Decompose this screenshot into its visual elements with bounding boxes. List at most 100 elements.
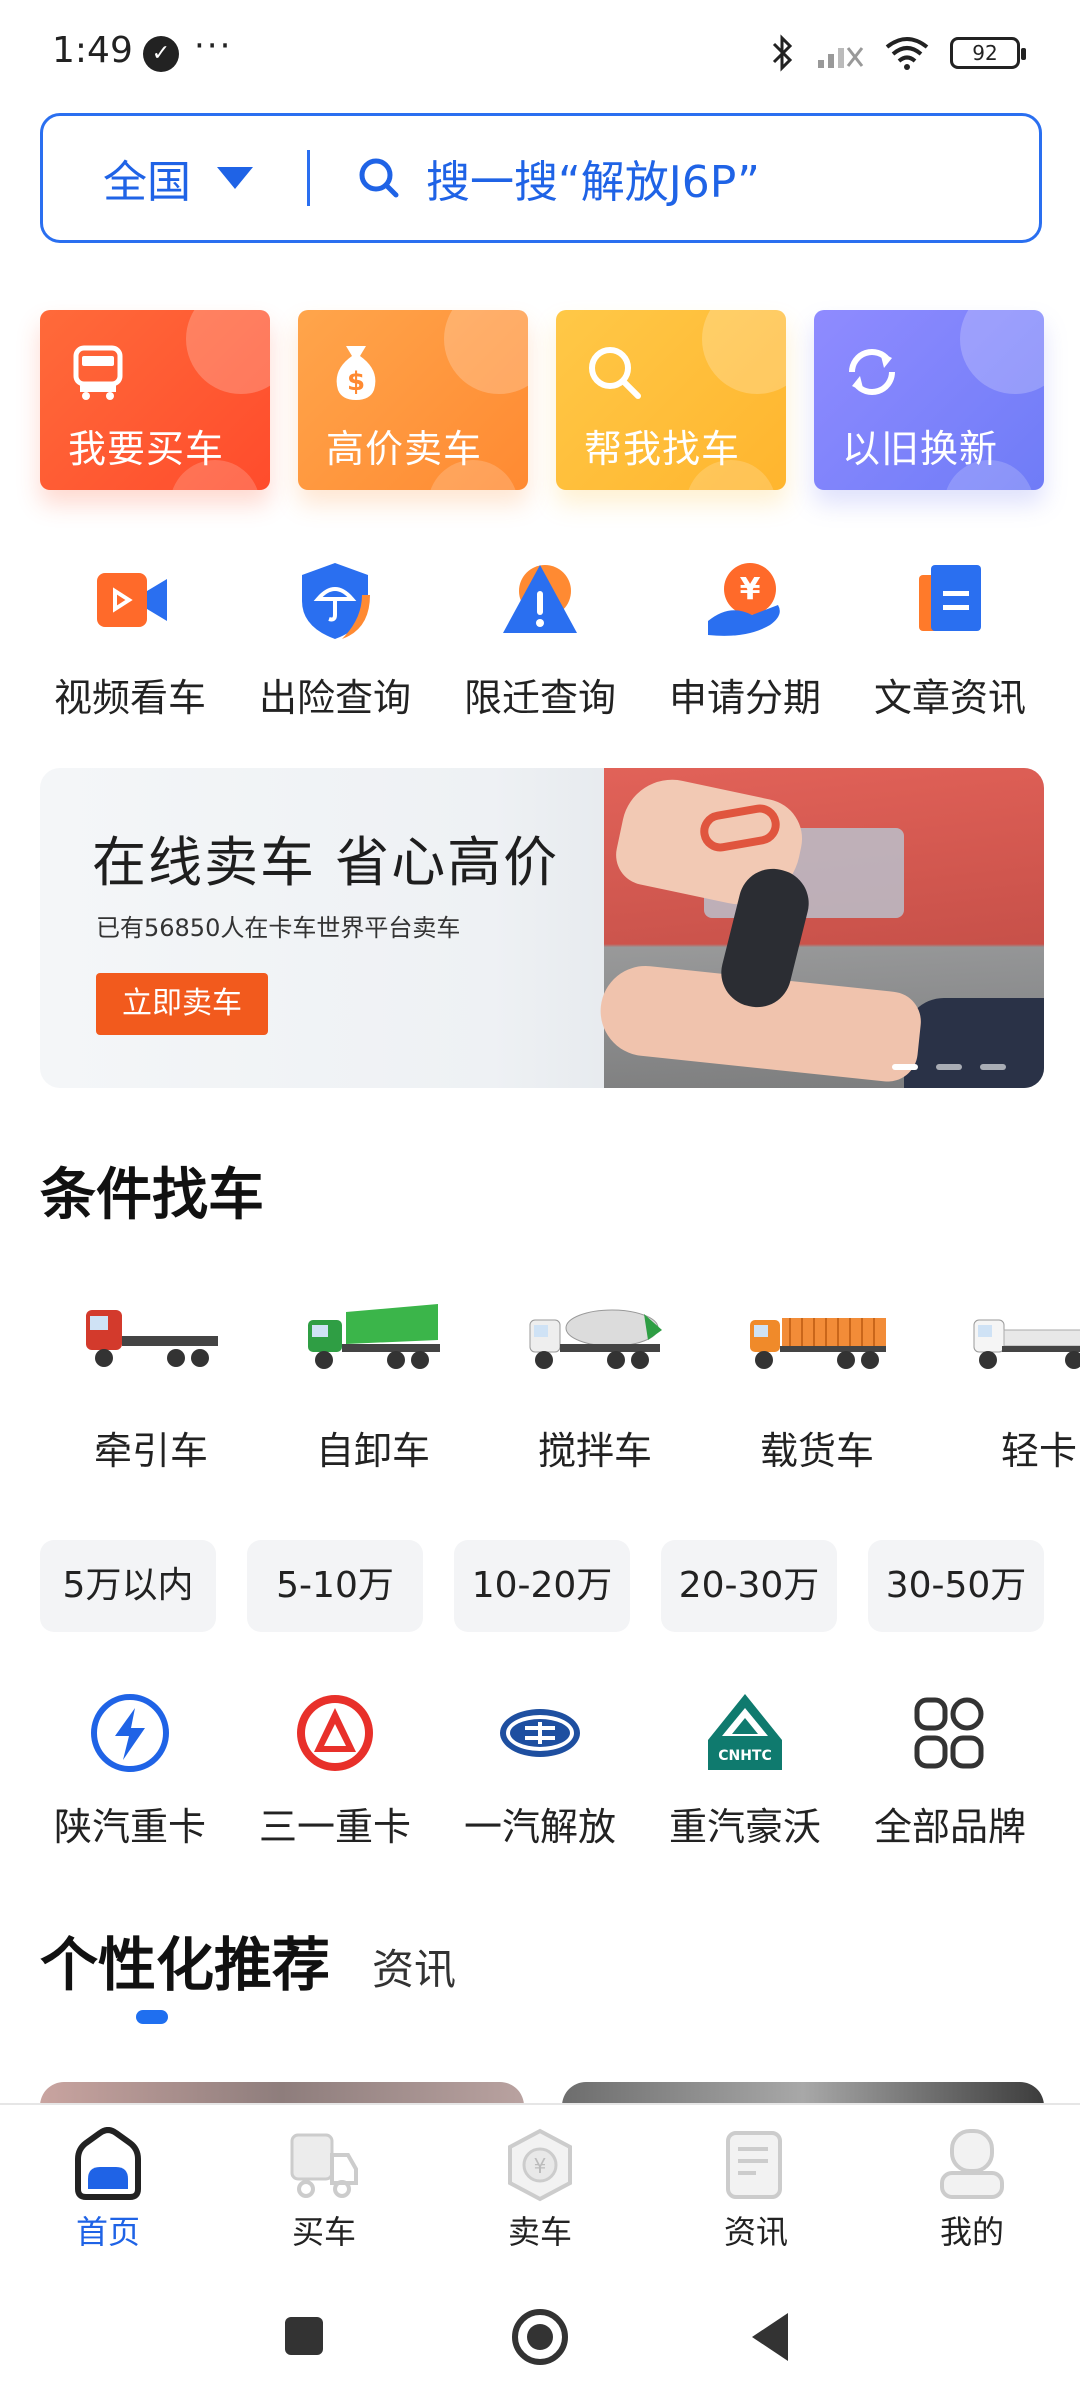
truck-type-label: 牵引车: [93, 1429, 208, 1473]
price-range-filters: 5万以内 5-10万 10-20万 20-30万 30-50万: [40, 1540, 1044, 1632]
refresh-icon: [849, 349, 895, 395]
price-chip[interactable]: 30-50万: [868, 1540, 1044, 1632]
yuan-hexagon-icon: ¥: [508, 2128, 572, 2202]
svg-text:$: $: [347, 367, 365, 397]
photo-sleeve: [904, 998, 1044, 1088]
brand-cnhtc[interactable]: CNHTC 重汽豪沃: [645, 1690, 845, 1851]
status-icons: 92: [770, 34, 1026, 72]
card-decor: [702, 310, 786, 394]
transfer-limit-check-button[interactable]: 限迁查询: [440, 555, 640, 722]
tab-recommend[interactable]: 个性化推荐: [40, 1918, 330, 2002]
grid-icon: [914, 1697, 984, 1769]
check-circle-icon: ✓: [143, 36, 179, 72]
search-icon: [359, 158, 399, 198]
recent-apps-button[interactable]: [285, 2317, 323, 2355]
price-chip[interactable]: 10-20万: [454, 1540, 630, 1632]
region-label: 全国: [103, 157, 191, 208]
bottom-navigation: 首页 买车 ¥ 卖车 资讯 我的: [0, 2103, 1080, 2273]
banner-pagination: [892, 1064, 1006, 1070]
nav-news[interactable]: 资讯: [666, 2127, 846, 2273]
brand-filters: 陕汽重卡 三一重卡 一汽解放 CNHTC 重汽豪沃 全部品牌: [30, 1690, 1050, 1851]
sell-promo-banner[interactable]: 在线卖车 省心高价 已有56850人在卡车世界平台卖车 立即卖车: [40, 768, 1044, 1088]
buy-truck-card[interactable]: 我要买车: [40, 310, 270, 490]
faw-logo-icon: [500, 1709, 580, 1757]
pagination-dot: [892, 1064, 918, 1070]
yuan-installment-icon: ¥: [708, 563, 780, 636]
truck-front-icon: [73, 345, 123, 400]
truck-type-light[interactable]: 轻卡: [928, 1290, 1080, 1490]
quick-action-cards: 我要买车 $ 高价卖车 帮我找车 以旧换新: [40, 310, 1044, 490]
nav-label: 首页: [75, 2213, 140, 2251]
brand-label: 一汽解放: [463, 1805, 616, 1849]
brand-label: 三一重卡: [258, 1805, 411, 1849]
brand-sany[interactable]: 三一重卡: [235, 1690, 435, 1851]
home-button[interactable]: [512, 2309, 568, 2365]
cnhtc-logo-icon: CNHTC: [708, 1694, 782, 1770]
installment-button[interactable]: ¥ 申请分期: [645, 555, 845, 722]
truck-type-list[interactable]: 牵引车 自卸车 搅拌车 载货车 轻卡: [40, 1290, 1080, 1490]
truck-icon: [290, 2133, 358, 2198]
status-time: 1:49: [52, 30, 133, 71]
search-bar[interactable]: 全国 搜一搜“解放J6P”: [40, 113, 1042, 243]
search-input[interactable]: 搜一搜“解放J6P”: [426, 146, 760, 210]
price-chip[interactable]: 5万以内: [40, 1540, 216, 1632]
banner-title: 在线卖车 省心高价: [92, 831, 560, 894]
signal-icon: [818, 47, 864, 68]
money-bag-icon: $: [336, 346, 376, 400]
nav-profile[interactable]: 我的: [882, 2127, 1062, 2273]
truck-type-label: 轻卡: [1000, 1429, 1077, 1473]
video-view-button[interactable]: 视频看车: [30, 555, 230, 722]
svg-text:¥: ¥: [740, 572, 761, 607]
trade-in-label: 以旧换新: [842, 427, 999, 471]
back-button[interactable]: [752, 2313, 788, 2361]
price-chip[interactable]: 20-30万: [661, 1540, 837, 1632]
insurance-check-button[interactable]: 出险查询: [235, 555, 435, 722]
svg-text:CNHTC: CNHTC: [718, 1748, 772, 1764]
truck-type-mixer[interactable]: 搅拌车: [484, 1290, 706, 1490]
more-notifications-icon: ···: [194, 26, 233, 66]
tab-news[interactable]: 资讯: [372, 1936, 456, 1997]
find-truck-label: 帮我找车: [584, 427, 741, 471]
installment-label: 申请分期: [668, 676, 821, 720]
shield-umbrella-icon: [302, 563, 370, 639]
nav-buy[interactable]: 买车: [234, 2127, 414, 2273]
mixer-truck-icon: [529, 1309, 662, 1369]
sell-truck-card[interactable]: $ 高价卖车: [298, 310, 528, 490]
video-view-label: 视频看车: [53, 676, 206, 720]
section-title-conditions: 条件找车: [40, 1163, 264, 1228]
active-tab-indicator: [136, 2010, 168, 2024]
brand-faw[interactable]: 一汽解放: [440, 1690, 640, 1851]
price-chip[interactable]: 5-10万: [247, 1540, 423, 1632]
truck-type-cargo[interactable]: 载货车: [706, 1290, 928, 1490]
truck-type-label: 自卸车: [315, 1429, 430, 1473]
user-icon: [940, 2129, 1004, 2199]
warning-icon: [503, 565, 577, 633]
nav-home[interactable]: 首页: [18, 2127, 198, 2273]
brand-label: 重汽豪沃: [668, 1805, 821, 1849]
bluetooth-icon: [772, 34, 793, 72]
battery-icon: 92: [950, 37, 1026, 69]
svg-text:¥: ¥: [534, 2154, 547, 2178]
feature-shortcuts: 视频看车 出险查询 限迁查询 ¥ 申请分期 文章资讯: [30, 555, 1050, 722]
region-selector[interactable]: 全国: [103, 146, 253, 210]
nav-label: 资讯: [723, 2213, 788, 2251]
search-divider: [307, 150, 310, 206]
wifi-icon: [885, 37, 929, 70]
brand-all[interactable]: 全部品牌: [850, 1690, 1050, 1851]
search-icon: [589, 347, 641, 399]
articles-button[interactable]: 文章资讯: [850, 555, 1050, 722]
truck-type-dump[interactable]: 自卸车: [262, 1290, 484, 1490]
brand-shacman[interactable]: 陕汽重卡: [30, 1690, 230, 1851]
dropdown-arrow-icon: [217, 167, 253, 189]
trade-in-card[interactable]: 以旧换新: [814, 310, 1044, 490]
articles-label: 文章资讯: [873, 676, 1026, 720]
banner-subtitle: 已有56850人在卡车世界平台卖车: [96, 914, 461, 942]
sell-now-button[interactable]: 立即卖车: [96, 973, 268, 1035]
sany-logo-icon: [297, 1695, 373, 1771]
truck-type-tractor[interactable]: 牵引车: [40, 1290, 262, 1490]
nav-sell[interactable]: ¥ 卖车: [450, 2127, 630, 2273]
find-truck-card[interactable]: 帮我找车: [556, 310, 786, 490]
nav-label: 我的: [939, 2213, 1004, 2251]
cargo-truck-icon: [750, 1318, 886, 1369]
tractor-truck-icon: [86, 1310, 218, 1367]
